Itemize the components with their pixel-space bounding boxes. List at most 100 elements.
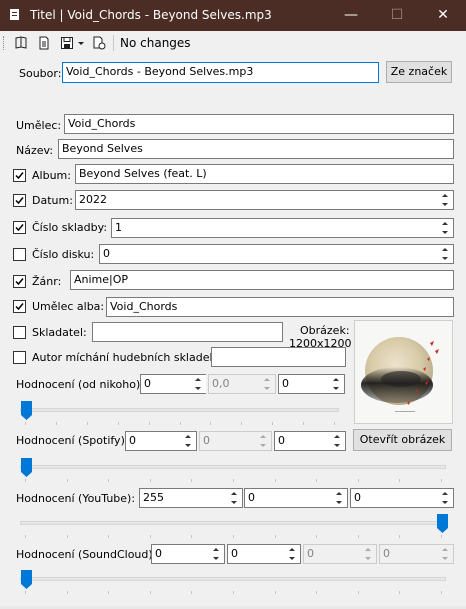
file-name-input[interactable]: Void_Chords - Beyond Selves.mp3 [62,62,379,83]
window-title: Titel | Void_Chords - Beyond Selves.mp3 [30,8,272,22]
spin-down-icon[interactable] [331,498,347,507]
spin-down-icon[interactable] [180,441,196,450]
spin-up-icon[interactable] [180,432,196,441]
rating-youtube-slider-thumb[interactable] [437,514,448,533]
cover-image[interactable] [354,320,453,424]
slider-tick [191,535,192,538]
rating-nobody-decimal-spinner [259,375,275,393]
rating-spotify-count-spinner[interactable] [329,432,345,450]
album-input[interactable]: Beyond Selves (feat. L) [75,164,454,184]
spin-down-icon [260,444,266,447]
rating-soundcloud-spinner[interactable] [208,545,224,563]
rating-spotify-slider-thumb[interactable] [21,458,32,477]
spin-down-icon[interactable] [437,254,453,263]
date-label: Datum: [32,194,73,207]
book-icon[interactable] [14,36,28,50]
track-input[interactable]: 1 [111,218,454,238]
album-label: Album: [32,169,71,182]
rating-nobody-count-spinner[interactable] [328,375,344,393]
album-artist-checkbox[interactable] [13,300,26,313]
composer-label: Skladatel: [32,326,87,339]
rating-nobody-spinner[interactable] [190,375,206,393]
spin-up-icon[interactable] [331,489,347,498]
spin-down-icon[interactable] [437,498,453,507]
rating-youtube-spinner[interactable] [226,489,242,507]
slider-tick [149,422,150,425]
remixer-input[interactable] [211,347,346,367]
rating-nobody-label: Hodnocení (od nikoho): [16,378,144,391]
artist-input[interactable]: Void_Chords [64,114,454,134]
slider-tick [87,422,88,425]
spin-down-icon[interactable] [328,384,344,393]
date-checkbox[interactable] [13,194,26,207]
spin-up-icon[interactable] [437,489,453,498]
toolbar-separator [113,35,114,51]
slider-tick [25,422,26,425]
rating-soundcloud-third-spinner [360,545,376,563]
genre-input[interactable]: Anime|OP [70,270,454,290]
disc-spinner[interactable] [437,245,453,263]
checkmark-icon [15,197,24,205]
slider-tick [272,422,273,425]
rating-spotify-spinner[interactable] [180,432,196,450]
spin-up-icon[interactable] [437,245,453,254]
rating-youtube-slider-track[interactable] [20,521,446,525]
rating-youtube-count-spinner[interactable] [437,489,453,507]
disc-input[interactable]: 0 [99,244,454,264]
spin-up-icon[interactable] [328,375,344,384]
slider-tick [399,591,400,594]
disc-label: Číslo disku: [32,248,95,261]
composer-input[interactable] [92,322,283,342]
save-icon[interactable] [60,36,74,50]
album-checkbox[interactable] [13,169,26,182]
maximize-button[interactable]: ☐ [374,0,420,31]
date-spinner[interactable] [437,191,453,209]
rating-soundcloud-second-spinner[interactable] [284,545,300,563]
spin-down-icon[interactable] [437,228,453,237]
album-artist-input[interactable]: Void_Chords [106,297,454,317]
rating-nobody-slider-track[interactable] [20,408,339,412]
spin-down-icon[interactable] [226,498,242,507]
minimize-button[interactable]: — [328,0,374,31]
spin-up-icon [365,548,371,551]
spin-up-icon[interactable] [190,375,206,384]
spin-up-icon[interactable] [208,545,224,554]
open-image-button[interactable]: Otevřít obrázek [353,429,452,451]
chevron-down-icon[interactable] [78,42,84,46]
genre-checkbox[interactable] [13,275,26,288]
spin-down-icon[interactable] [284,554,300,563]
spin-down-icon[interactable] [208,554,224,563]
rating-youtube-decimal-spinner[interactable] [331,489,347,507]
track-spinner[interactable] [437,219,453,237]
spin-up-icon[interactable] [226,489,242,498]
remixer-checkbox[interactable] [13,351,26,364]
track-checkbox[interactable] [13,221,26,234]
title-bar: Titel | Void_Chords - Beyond Selves.mp3 … [0,0,466,31]
document-icon[interactable] [37,36,51,50]
slider-tick [275,591,276,594]
rating-soundcloud-fourth-spinner [437,545,453,563]
spin-down-icon[interactable] [190,384,206,393]
checkmark-icon [15,224,24,232]
spin-up-icon[interactable] [329,432,345,441]
spin-up-icon[interactable] [284,545,300,554]
from-tags-button[interactable]: Ze značek [386,61,452,83]
rating-soundcloud-slider-track[interactable] [20,577,446,581]
slider-tick [118,422,119,425]
rating-nobody-slider-thumb[interactable] [21,401,32,420]
disc-checkbox[interactable] [13,248,26,261]
spin-up-icon[interactable] [437,191,453,200]
spin-down-icon[interactable] [329,441,345,450]
close-button[interactable]: ✕ [420,0,466,31]
rating-soundcloud-slider-thumb[interactable] [21,570,32,589]
rating-soundcloud-label: Hodnocení (SoundCloud): [16,548,157,561]
title-input[interactable]: Beyond Selves [58,139,454,159]
rating-spotify-slider-track[interactable] [20,465,446,469]
file-settings-icon[interactable] [92,36,106,50]
spin-up-icon[interactable] [437,219,453,228]
composer-checkbox[interactable] [13,326,26,339]
slider-tick [275,479,276,482]
spin-down-icon[interactable] [437,200,453,209]
date-input[interactable]: 2022 [75,190,454,210]
rating-spotify-label: Hodnocení (Spotify): [16,434,129,447]
